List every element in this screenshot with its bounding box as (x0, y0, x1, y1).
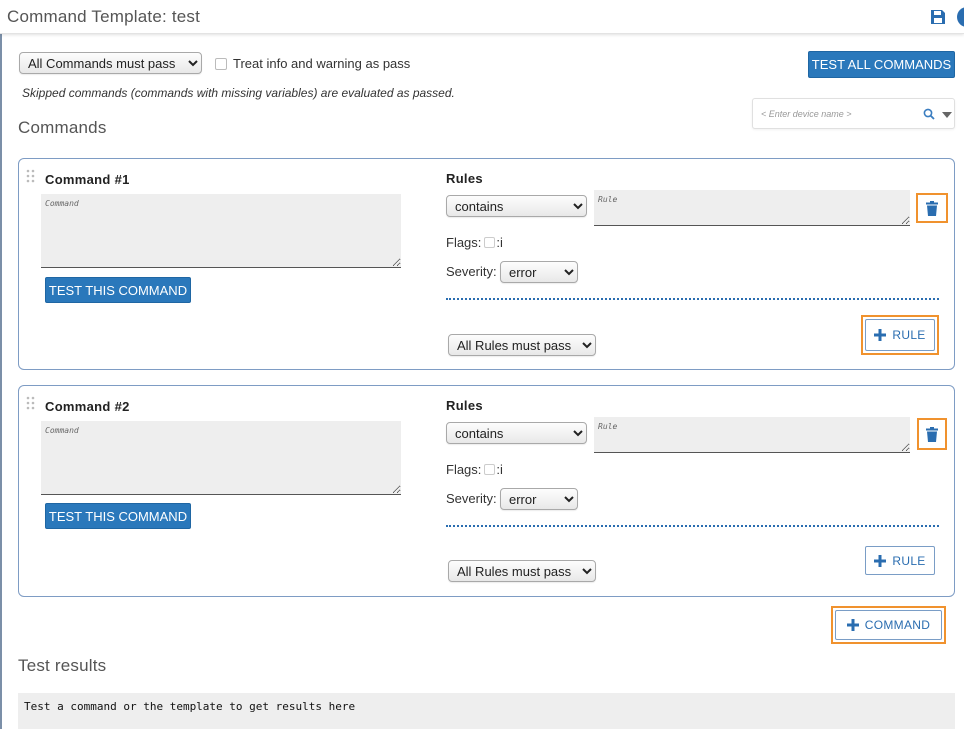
test-this-command-button[interactable]: TEST THIS COMMAND (45, 503, 191, 529)
flags-row: Flags: :i (446, 462, 503, 477)
flags-label: Flags: (446, 235, 482, 250)
treat-info-warning-checkbox[interactable] (215, 57, 227, 70)
command-title: Command #1 (45, 172, 130, 187)
flag-i-checkbox[interactable] (484, 464, 496, 475)
info-icon[interactable] (957, 7, 964, 27)
left-edge-divider (0, 0, 2, 729)
severity-select[interactable]: error (500, 488, 578, 510)
add-rule-label: RULE (892, 553, 926, 568)
plus-icon (874, 554, 887, 567)
title-bar: Command Template: test (0, 0, 964, 34)
treat-info-warning-label: Treat info and warning as pass (233, 56, 411, 71)
search-icon[interactable] (923, 108, 935, 120)
rule-input[interactable] (594, 190, 910, 226)
add-rule-button[interactable]: RULE (865, 546, 935, 575)
severity-select[interactable]: error (500, 261, 578, 283)
rule-operator-select[interactable]: contains (446, 422, 587, 444)
add-command-button[interactable]: COMMAND (835, 610, 942, 640)
command-title: Command #2 (45, 399, 130, 414)
delete-rule-button[interactable] (917, 418, 947, 450)
test-results-heading: Test results (18, 656, 107, 675)
rules-label: Rules (446, 398, 483, 413)
trash-icon (926, 200, 938, 216)
skipped-commands-note: Skipped commands (commands with missing … (22, 86, 455, 100)
device-selector[interactable] (752, 98, 955, 129)
command-card: Command #2 TEST THIS COMMAND Rules conta… (18, 385, 955, 597)
flag-i-label: :i (496, 235, 503, 250)
rule-operator-select[interactable]: contains (446, 195, 587, 217)
rules-pass-mode-select[interactable]: All Rules must pass (448, 334, 596, 356)
flags-label: Flags: (446, 462, 482, 477)
trash-icon (926, 426, 938, 442)
add-rule-button[interactable]: RULE (865, 319, 935, 351)
command-input[interactable] (41, 421, 401, 495)
test-all-commands-button[interactable]: TEST ALL COMMANDS (808, 51, 955, 78)
flag-i-label: :i (496, 462, 503, 477)
treat-info-warning-toggle[interactable]: Treat info and warning as pass (215, 56, 410, 71)
add-rule-label: RULE (892, 328, 926, 342)
chevron-down-icon[interactable] (942, 112, 952, 118)
drag-handle-icon[interactable] (26, 396, 36, 412)
plus-icon (874, 329, 887, 341)
rules-divider (446, 525, 939, 527)
severity-label: Severity: (446, 264, 497, 279)
command-input[interactable] (41, 194, 401, 268)
command-card: Command #1 TEST THIS COMMAND Rules conta… (18, 158, 955, 370)
rules-label: Rules (446, 171, 483, 186)
test-results-output: Test a command or the template to get re… (18, 693, 955, 729)
flags-row: Flags: :i (446, 235, 503, 250)
test-this-command-button[interactable]: TEST THIS COMMAND (45, 277, 191, 303)
add-command-label: COMMAND (864, 618, 931, 632)
rule-input[interactable] (594, 417, 910, 453)
drag-handle-icon[interactable] (26, 169, 36, 185)
save-icon[interactable] (930, 9, 946, 25)
severity-label: Severity: (446, 491, 497, 506)
plus-icon (846, 619, 859, 631)
commands-heading: Commands (18, 118, 107, 137)
flag-i-checkbox[interactable] (484, 237, 496, 248)
commands-pass-mode-select[interactable]: All Commands must pass (19, 52, 202, 74)
delete-rule-button[interactable] (916, 193, 948, 223)
rules-pass-mode-select[interactable]: All Rules must pass (448, 560, 596, 582)
rules-divider (446, 298, 939, 300)
page-title: Command Template: test (7, 7, 201, 26)
device-name-input[interactable] (759, 106, 909, 122)
